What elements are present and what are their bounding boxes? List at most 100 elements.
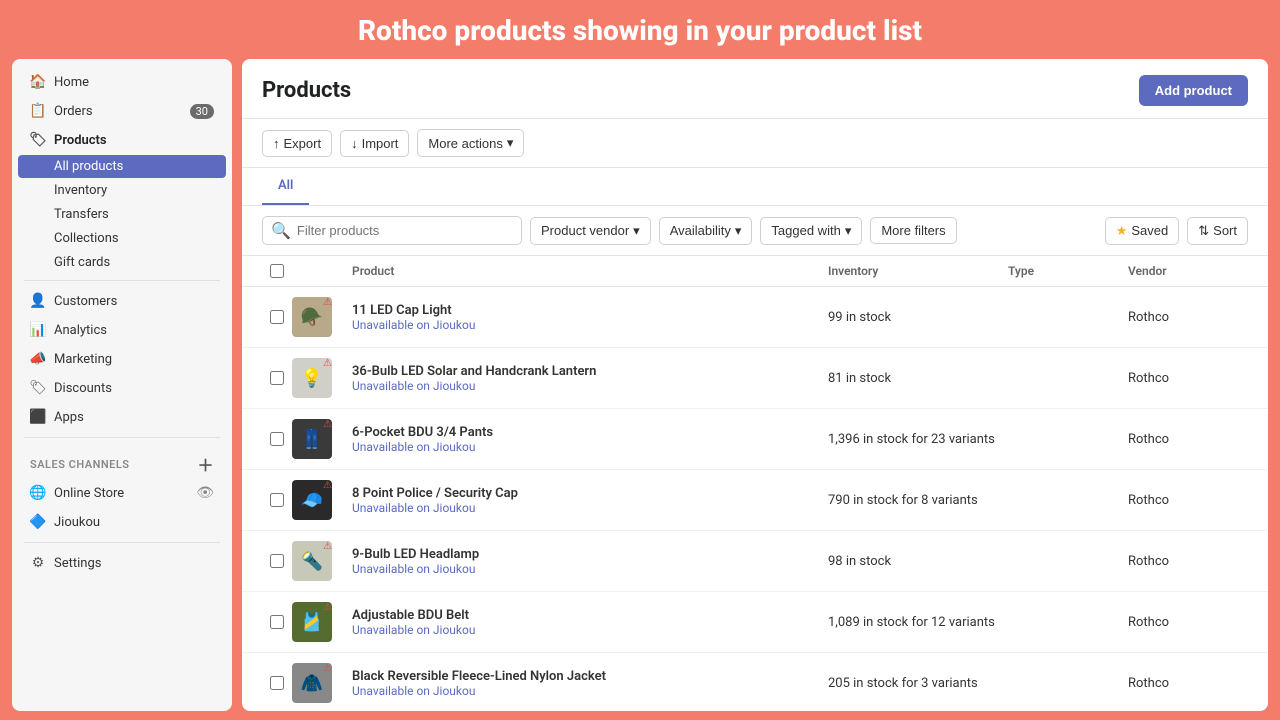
sidebar-sub-collections[interactable]: Collections — [18, 227, 226, 250]
availability-filter[interactable]: Availability ▾ — [659, 217, 753, 245]
table-row: 🎽 ⚠ Adjustable BDU Belt Unavailable on J… — [242, 592, 1268, 653]
product-name-3[interactable]: 6-Pocket BDU 3/4 Pants — [352, 425, 828, 440]
sidebar-item-online-store[interactable]: 🌐 Online Store 👁 — [18, 479, 226, 507]
header-inventory-col: Inventory — [828, 264, 1008, 278]
import-button[interactable]: ↓ Import — [340, 130, 409, 157]
tagged-with-filter[interactable]: Tagged with ▾ — [760, 217, 862, 245]
apps-icon: ⬛ — [30, 409, 46, 425]
sidebar-item-jioukou[interactable]: 🔷 Jioukou — [18, 508, 226, 536]
sidebar-sub-all-products[interactable]: All products — [18, 155, 226, 178]
marketing-icon: 📣 — [30, 351, 46, 367]
product-thumb-emoji-4: 🧢 — [301, 490, 323, 511]
inventory-label: Inventory — [54, 183, 107, 198]
product-vendor-chevron-icon: ▾ — [633, 223, 640, 239]
sidebar-divider-2 — [24, 437, 220, 438]
row-product-info-2: 36-Bulb LED Solar and Handcrank Lantern … — [352, 364, 828, 393]
product-name-5[interactable]: 9-Bulb LED Headlamp — [352, 547, 828, 562]
sidebar-sub-transfers[interactable]: Transfers — [18, 203, 226, 226]
product-thumbnail-6: 🎽 ⚠ — [292, 602, 332, 642]
sidebar-divider-3 — [24, 542, 220, 543]
sidebar-item-products[interactable]: 🏷 Products — [18, 126, 226, 154]
row-product-info-7: Black Reversible Fleece-Lined Nylon Jack… — [352, 669, 828, 698]
row-checkbox-7[interactable] — [270, 676, 284, 690]
page-header: Products Add product — [242, 59, 1268, 119]
sidebar-item-orders[interactable]: 📋 Orders 30 — [18, 97, 226, 125]
row-checkbox-3[interactable] — [270, 432, 284, 446]
orders-icon: 📋 — [30, 103, 46, 119]
main-content: Products Add product ↑ Export ↓ Import M… — [242, 59, 1268, 711]
settings-label: Settings — [54, 556, 101, 571]
product-vendor-label: Product vendor — [541, 223, 629, 238]
sidebar: 🏠 Home 📋 Orders 30 🏷 Products All produc… — [12, 59, 232, 711]
product-status-6: Unavailable on Jioukou — [352, 623, 828, 637]
row-product-info-6: Adjustable BDU Belt Unavailable on Jiouk… — [352, 608, 828, 637]
product-thumbnail-4: 🧢 ⚠ — [292, 480, 332, 520]
more-filters-button[interactable]: More filters — [870, 217, 956, 244]
table-row: 🪖 ⚠ 11 LED Cap Light Unavailable on Jiou… — [242, 287, 1268, 348]
sidebar-item-discounts[interactable]: 🏷 Discounts — [18, 374, 226, 402]
product-vendor-filter[interactable]: Product vendor ▾ — [530, 217, 651, 245]
product-name-4[interactable]: 8 Point Police / Security Cap — [352, 486, 828, 501]
row-checkbox-1[interactable] — [270, 310, 284, 324]
row-inventory-3: 1,396 in stock for 23 variants — [828, 432, 1008, 447]
banner-text: Rothco products showing in your product … — [358, 14, 922, 47]
row-checkbox-col-1 — [262, 310, 292, 324]
search-input[interactable] — [297, 223, 513, 238]
sidebar-sub-inventory[interactable]: Inventory — [18, 179, 226, 202]
sidebar-item-settings[interactable]: ⚙ Settings — [18, 549, 226, 577]
sidebar-item-home[interactable]: 🏠 Home — [18, 68, 226, 96]
select-all-checkbox[interactable] — [270, 264, 284, 278]
products-icon: 🏷 — [30, 132, 46, 148]
sidebar-item-apps[interactable]: ⬛ Apps — [18, 403, 226, 431]
product-status-5: Unavailable on Jioukou — [352, 562, 828, 576]
row-checkbox-2[interactable] — [270, 371, 284, 385]
product-thumbnail-5: 🔦 ⚠ — [292, 541, 332, 581]
product-name-1[interactable]: 11 LED Cap Light — [352, 303, 828, 318]
online-store-icon: 🌐 — [30, 485, 46, 501]
customers-label: Customers — [54, 294, 117, 309]
row-vendor-5: Rothco — [1128, 554, 1248, 569]
row-product-info-4: 8 Point Police / Security Cap Unavailabl… — [352, 486, 828, 515]
sort-icon: ⇅ — [1198, 223, 1209, 239]
jioukou-icon: 🔷 — [30, 514, 46, 530]
sidebar-item-products-label: Products — [54, 133, 107, 148]
online-store-settings-icon[interactable]: 👁 — [196, 485, 214, 501]
import-label: Import — [362, 136, 399, 151]
export-button[interactable]: ↑ Export — [262, 130, 332, 157]
sidebar-item-marketing[interactable]: 📣 Marketing — [18, 345, 226, 373]
row-thumb-6: 🎽 ⚠ — [292, 602, 352, 642]
warning-icon-3: ⚠ — [323, 419, 332, 430]
sidebar-sub-gift-cards[interactable]: Gift cards — [18, 251, 226, 274]
row-inventory-5: 98 in stock — [828, 554, 1008, 569]
warning-icon-5: ⚠ — [323, 541, 332, 552]
header-checkbox-col — [262, 264, 292, 278]
add-product-button[interactable]: Add product — [1139, 75, 1248, 106]
customers-icon: 👤 — [30, 293, 46, 309]
row-inventory-2: 81 in stock — [828, 371, 1008, 386]
tab-all[interactable]: All — [262, 168, 309, 205]
saved-button[interactable]: ★ Saved — [1105, 217, 1180, 245]
star-icon: ★ — [1116, 223, 1128, 239]
collections-label: Collections — [54, 231, 119, 246]
product-name-7[interactable]: Black Reversible Fleece-Lined Nylon Jack… — [352, 669, 828, 684]
row-checkbox-5[interactable] — [270, 554, 284, 568]
export-label: Export — [284, 136, 322, 151]
sort-button[interactable]: ⇅ Sort — [1187, 217, 1248, 245]
search-box[interactable]: 🔍 — [262, 216, 522, 245]
row-checkbox-6[interactable] — [270, 615, 284, 629]
row-thumb-4: 🧢 ⚠ — [292, 480, 352, 520]
orders-badge: 30 — [190, 104, 214, 119]
sidebar-item-customers[interactable]: 👤 Customers — [18, 287, 226, 315]
product-status-7: Unavailable on Jioukou — [352, 684, 828, 698]
product-name-6[interactable]: Adjustable BDU Belt — [352, 608, 828, 623]
row-thumb-7: 🧥 ⚠ — [292, 663, 352, 703]
add-sales-channel-icon[interactable]: ＋ — [197, 452, 214, 476]
more-actions-button[interactable]: More actions ▾ — [417, 129, 524, 157]
analytics-label: Analytics — [54, 323, 107, 338]
row-checkbox-4[interactable] — [270, 493, 284, 507]
sidebar-item-analytics[interactable]: 📊 Analytics — [18, 316, 226, 344]
page-title: Products — [262, 78, 351, 103]
product-status-3: Unavailable on Jioukou — [352, 440, 828, 454]
table-row: 🔦 ⚠ 9-Bulb LED Headlamp Unavailable on J… — [242, 531, 1268, 592]
product-name-2[interactable]: 36-Bulb LED Solar and Handcrank Lantern — [352, 364, 828, 379]
